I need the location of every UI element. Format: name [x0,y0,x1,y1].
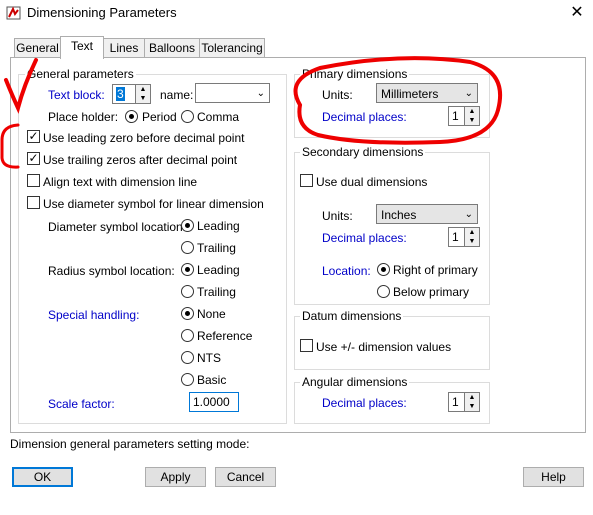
tab-text[interactable]: Text [60,36,104,59]
red-checkmark-annotation [4,58,38,114]
red-ellipse-annotation [293,56,503,145]
red-bracket-annotation [0,123,20,169]
red-annotation-overlay [0,56,503,169]
